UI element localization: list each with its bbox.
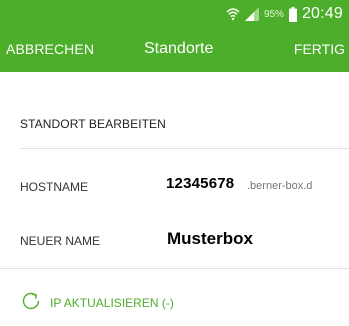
status-icons: 95% 20:49 — [226, 3, 343, 25]
hostname-field[interactable]: 12345678 — [166, 175, 234, 192]
battery-icon — [288, 6, 297, 22]
done-button[interactable]: FERTIG — [294, 41, 345, 57]
hostname-label: HOSTNAME — [20, 180, 89, 194]
refresh-icon — [20, 290, 42, 317]
divider — [20, 148, 349, 149]
cancel-button[interactable]: ABBRECHEN — [6, 41, 94, 57]
hostname-suffix: .berner-box.d — [247, 180, 313, 192]
section-title: STANDORT BEARBEITEN — [20, 117, 166, 131]
battery-percent: 95% — [263, 8, 284, 20]
wifi-icon — [226, 7, 240, 21]
status-bar: 95% 20:49 — [0, 0, 349, 30]
divider — [0, 268, 349, 269]
edit-location-form: STANDORT BEARBEITEN HOSTNAME 12345678 .b… — [0, 72, 349, 326]
signal-icon — [244, 7, 259, 21]
clock: 20:49 — [301, 5, 343, 22]
page-title: Standorte — [144, 40, 214, 57]
new-name-label: NEUER NAME — [20, 234, 101, 248]
refresh-ip-button[interactable]: IP AKTUALISIEREN (-) — [20, 292, 174, 314]
new-name-field[interactable]: Musterbox — [167, 229, 253, 249]
refresh-ip-label: IP AKTUALISIEREN (-) — [50, 296, 174, 310]
app-bar: ABBRECHEN Standorte FERTIG — [0, 30, 349, 72]
